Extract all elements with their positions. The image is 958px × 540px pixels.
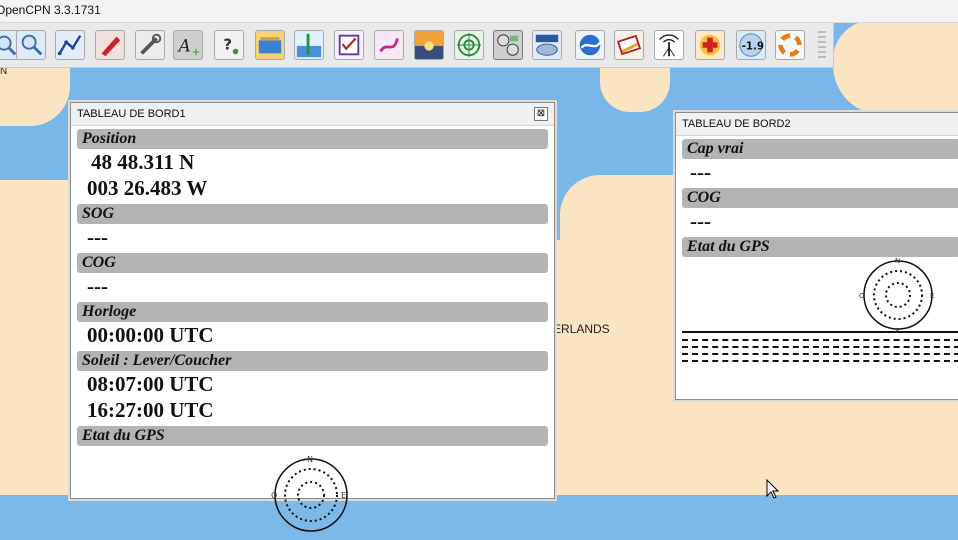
cog-value: ---	[87, 274, 108, 298]
gps-compass-icon-2: N O E S	[859, 257, 934, 335]
latitude-value: 48 48.311 N	[91, 150, 195, 174]
toc-icon[interactable]	[334, 30, 364, 60]
help-icon[interactable]: ?	[214, 30, 244, 60]
sunset-value: 16:27:00 UTC	[87, 398, 214, 422]
window-title-bar: OpenCPN 3.3.1731	[0, 0, 958, 23]
variation-value: -1.9	[742, 41, 764, 53]
sog-header: SOG	[77, 204, 548, 224]
dashboard-panel-1[interactable]: TABLEAU DE BORD1 ⊠ Position 48 48.311 N …	[70, 102, 555, 532]
toolbar-grip-handle[interactable]	[818, 31, 826, 59]
longitude-value: 003 26.483 W	[87, 176, 208, 200]
sunset-icon[interactable]	[414, 30, 444, 60]
gps-status-header: Etat du GPS	[77, 426, 548, 446]
true-heading-header: Cap vrai	[682, 139, 958, 159]
chart-land	[676, 400, 958, 495]
first-aid-icon[interactable]	[695, 30, 725, 60]
compass-o-label: O	[271, 491, 277, 500]
chart-land	[560, 175, 678, 265]
clock-value: 00:00:00 UTC	[87, 323, 214, 347]
google-earth-icon[interactable]	[575, 30, 605, 60]
compass2-n-label: N	[895, 257, 900, 265]
tide-icon[interactable]	[294, 30, 324, 60]
main-toolbar: A + ? -1.9	[0, 23, 834, 68]
cog-header: COG	[77, 253, 548, 273]
text-icon[interactable]: A +	[173, 30, 203, 60]
dashboard-icon[interactable]	[493, 30, 523, 60]
chart-land	[0, 180, 70, 495]
tools-icon[interactable]	[135, 30, 165, 60]
compass2-e-label: E	[930, 292, 934, 300]
gps-compass-icon: N O E	[271, 455, 348, 532]
satellite-signal-bars	[676, 331, 958, 362]
svg-text:A: A	[177, 36, 191, 56]
close-icon[interactable]: ⊠	[534, 107, 548, 121]
ship-icon[interactable]	[95, 30, 125, 60]
compass2-s-label: S	[895, 327, 900, 335]
dashboard-1-title: TABLEAU DE BORD1	[77, 108, 186, 120]
cog-header-2: COG	[682, 188, 958, 208]
gps-status-area: N O E	[71, 446, 554, 532]
compass2-o-label: O	[859, 292, 865, 300]
cog-value-2: ---	[690, 209, 711, 233]
dashboard-panel-2[interactable]: TABLEAU DE BORD2 Cap vrai --- COG --- Et…	[675, 112, 958, 400]
chart-land	[833, 20, 958, 115]
ais-icon[interactable]	[654, 30, 684, 60]
dashboard-2-title: TABLEAU DE BORD2	[682, 118, 791, 130]
track-icon[interactable]	[374, 30, 404, 60]
chart-land	[552, 240, 678, 495]
lifebuoy-icon[interactable]	[775, 30, 805, 60]
map-label-netherlands: ERLANDS	[553, 322, 610, 336]
svg-text:+: +	[192, 46, 201, 58]
dashboard-2-title-bar[interactable]: TABLEAU DE BORD2	[676, 113, 958, 136]
position-header: Position	[77, 129, 548, 149]
mouse-cursor-icon	[766, 479, 780, 499]
sunrise-value: 08:07:00 UTC	[87, 372, 214, 396]
anchor-watch-icon[interactable]	[614, 30, 644, 60]
gps-status-area-2: N O E S	[676, 257, 958, 335]
variation-icon[interactable]: -1.9	[736, 30, 766, 60]
zoom-out-icon[interactable]	[16, 30, 46, 60]
chart-quilt-icon[interactable]	[255, 30, 285, 60]
radar-icon[interactable]	[454, 30, 484, 60]
cm93-icon[interactable]	[532, 30, 562, 60]
compass-e-label: E	[341, 491, 346, 500]
true-heading-value: ---	[690, 160, 711, 184]
compass-n-label: N	[307, 455, 313, 464]
window-title: OpenCPN 3.3.1731	[0, 3, 101, 17]
clock-header: Horloge	[77, 302, 548, 322]
sog-value: ---	[87, 225, 108, 249]
dashboard-1-title-bar[interactable]: TABLEAU DE BORD1 ⊠	[71, 103, 554, 126]
sun-header: Soleil : Lever/Coucher	[77, 351, 548, 371]
svg-text:?: ?	[223, 36, 232, 54]
route-icon[interactable]	[55, 30, 85, 60]
gps-status-header-2: Etat du GPS	[682, 237, 958, 257]
